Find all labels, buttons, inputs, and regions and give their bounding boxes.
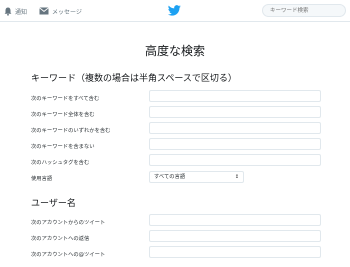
nav-notifications-label: 通知 — [15, 8, 28, 16]
any-words-label: 次のキーワードのいずれかを含む — [31, 128, 111, 134]
to-accounts-label: 次のアカウントへの返信 — [31, 236, 90, 242]
to-accounts-input[interactable] — [149, 230, 321, 242]
language-label: 使用言語 — [31, 176, 53, 182]
any-words-input[interactable] — [149, 122, 321, 134]
nav-messages[interactable]: メッセージ — [39, 5, 82, 17]
envelope-icon — [39, 7, 49, 15]
bird-logo-icon[interactable] — [168, 5, 181, 16]
keyword-section-title: キーワード（複数の場合は半角スペースで区切る） — [31, 74, 237, 84]
advanced-search-panel: 高度な検索 キーワード（複数の場合は半角スペースで区切る） 次のキーワードをすべ… — [0, 22, 350, 267]
search-input[interactable] — [262, 4, 346, 17]
page-title: 高度な検索 — [144, 44, 205, 58]
hashtags-label: 次のハッシュタグを含む — [31, 160, 90, 166]
none-words-label: 次のキーワードを含まない — [31, 144, 95, 150]
language-select-value: すべての言語 — [154, 174, 186, 180]
mentions-input[interactable] — [149, 246, 321, 258]
none-words-input[interactable] — [149, 138, 321, 150]
hashtags-input[interactable] — [149, 154, 321, 166]
all-words-label: 次のキーワードをすべて含む — [31, 96, 100, 102]
from-accounts-label: 次のアカウントからのツイート — [31, 220, 106, 226]
from-accounts-input[interactable] — [149, 214, 321, 226]
language-select[interactable]: すべての言語 ↕ — [149, 171, 244, 183]
nav-messages-label: メッセージ — [52, 8, 82, 16]
user-section-title: ユーザー名 — [31, 199, 76, 209]
bell-icon — [4, 7, 12, 16]
exact-phrase-input[interactable] — [149, 106, 321, 118]
nav-notifications[interactable]: 通知 — [4, 5, 27, 17]
mentions-label: 次のアカウントへの@ツイート — [31, 252, 106, 258]
exact-phrase-label: 次のキーワード全体を含む — [31, 112, 95, 118]
updown-arrows-icon: ↕ — [234, 174, 239, 180]
all-words-input[interactable] — [149, 90, 321, 102]
top-navigation-bar: 通知 メッセージ — [0, 0, 350, 22]
